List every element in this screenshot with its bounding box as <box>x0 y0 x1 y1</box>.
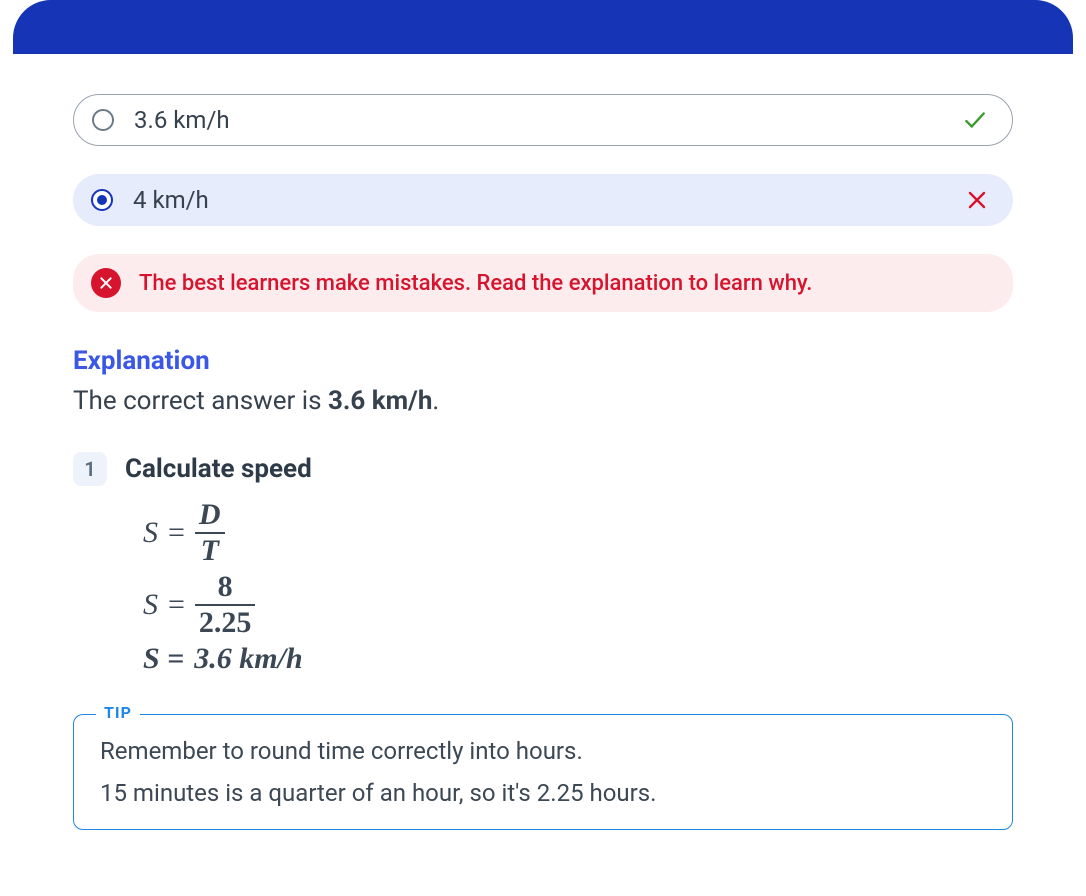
error-badge-icon <box>91 268 121 298</box>
check-icon <box>962 107 988 133</box>
feedback-message: The best learners make mistakes. Read th… <box>139 271 812 296</box>
answer-option-a-label: 3.6 km/h <box>134 106 942 134</box>
result-value: 3.6 km/h <box>194 644 302 674</box>
answer-option-b-label: 4 km/h <box>133 186 945 214</box>
card-body: 3.6 km/h 4 km/h The best learners make m… <box>13 54 1073 870</box>
fraction-bot-225: 2.25 <box>195 606 256 638</box>
step-title: Calculate speed <box>125 454 312 484</box>
answer-option-a[interactable]: 3.6 km/h <box>73 94 1013 146</box>
var-s: S <box>143 518 158 548</box>
formula-row-1: S = D T <box>143 500 1013 566</box>
tip-label: TIP <box>96 703 140 722</box>
fraction-8-over-225: 8 2.25 <box>195 572 256 638</box>
fraction-top-d: D <box>195 500 225 532</box>
math-block: S = D T S = 8 2.25 S = 3.6 km/h <box>143 500 1013 674</box>
feedback-banner: The best learners make mistakes. Read th… <box>73 254 1013 312</box>
equals-1: = <box>168 518 185 548</box>
explanation-step: 1 Calculate speed <box>73 452 1013 486</box>
radio-selected-icon <box>91 189 113 211</box>
answer-option-b[interactable]: 4 km/h <box>73 174 1013 226</box>
formula-row-result: S = 3.6 km/h <box>143 644 1013 674</box>
fraction-bot-t: T <box>197 534 223 566</box>
step-number-badge: 1 <box>73 452 107 486</box>
result-prefix: S = <box>143 644 184 674</box>
fraction-d-over-t: D T <box>195 500 225 566</box>
tip-line-1: Remember to round time correctly into ho… <box>100 737 986 765</box>
explanation-correct-answer: The correct answer is 3.6 km/h. <box>73 386 1013 416</box>
formula-row-2: S = 8 2.25 <box>143 572 1013 638</box>
explanation-heading: Explanation <box>73 346 1013 376</box>
tip-line-2: 15 minutes is a quarter of an hour, so i… <box>100 779 986 807</box>
x-icon <box>965 188 989 212</box>
tip-box: TIP Remember to round time correctly int… <box>73 714 1013 830</box>
answer-prefix: The correct answer is <box>73 386 328 416</box>
radio-unselected-icon <box>92 109 114 131</box>
answer-value: 3.6 km/h <box>328 386 432 416</box>
card-header-bar <box>13 0 1073 54</box>
answer-suffix: . <box>432 386 439 416</box>
var-s-2: S <box>143 590 158 620</box>
equals-2: = <box>168 590 185 620</box>
quiz-card: 3.6 km/h 4 km/h The best learners make m… <box>13 0 1073 870</box>
fraction-top-8: 8 <box>214 572 237 604</box>
